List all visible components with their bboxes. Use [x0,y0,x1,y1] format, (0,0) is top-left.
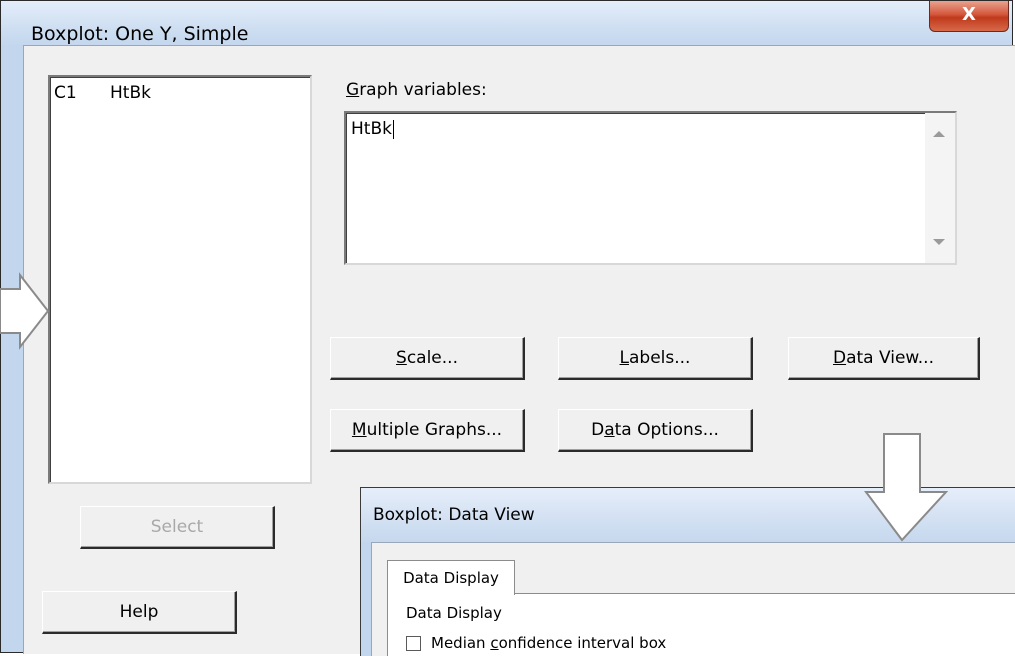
subdialog-title: Boxplot: Data View [373,505,535,525]
vertical-scrollbar[interactable] [925,113,955,263]
graph-variables-label: Graph variables: [346,80,487,100]
scroll-up-icon[interactable] [933,131,945,137]
title-bar[interactable]: Boxplot: One Y, Simple [1,1,1012,45]
graph-variables-input[interactable]: HtBk [344,111,957,265]
column-name: HtBk [110,83,151,103]
data-view-button[interactable]: Data View... [788,337,980,380]
tab-data-display[interactable]: Data Display [387,560,515,595]
text-caret [392,119,394,139]
median-ci-label: Median confidence interval box [431,634,667,652]
graph-variables-value: HtBk [351,119,392,139]
arrow-right-icon [0,272,50,350]
scale-button[interactable]: Scale... [330,337,525,380]
labels-button[interactable]: Labels... [558,337,753,380]
subdialog-body: Data Display Data Display Median confide… [371,542,1015,656]
scroll-down-icon[interactable] [933,239,945,245]
variables-listbox[interactable]: C1 HtBk [48,75,312,484]
median-ci-option[interactable]: Median confidence interval box [406,634,666,652]
data-options-button[interactable]: Da ta Options... [558,409,753,452]
arrow-down-icon [864,433,949,542]
column-id: C1 [54,83,77,103]
section-label: Data Display [406,604,502,622]
close-button[interactable]: X [929,1,1009,32]
select-button: Select [80,506,275,549]
median-ci-checkbox[interactable] [406,635,421,651]
list-item[interactable]: C1 HtBk [54,83,151,103]
help-button[interactable]: Help [42,591,237,634]
multiple-graphs-button[interactable]: Multiple Graphs... [330,409,525,452]
tab-panel: Data Display Median confidence interval … [387,593,1015,656]
dialog-title: Boxplot: One Y, Simple [31,23,249,45]
